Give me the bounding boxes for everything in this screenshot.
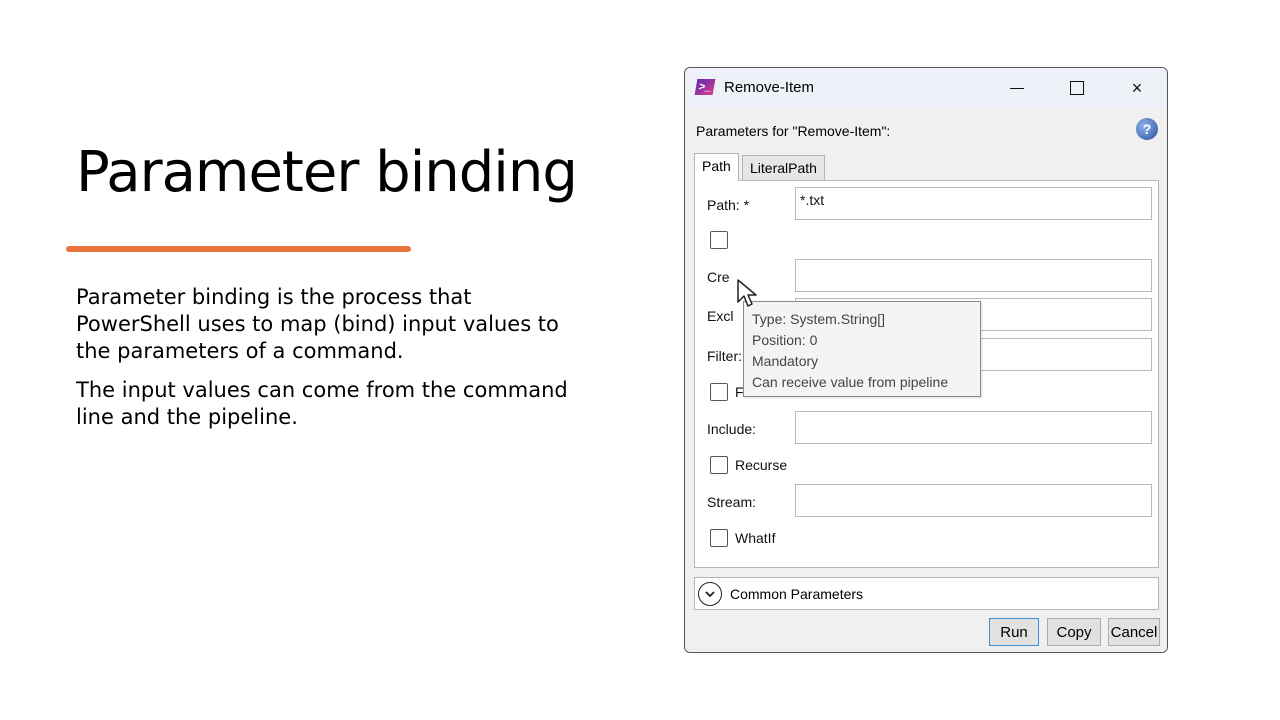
common-parameters-expander[interactable]: Common Parameters [694,577,1159,610]
tooltip-type: Type: System.String[] [752,311,886,327]
force-checkbox[interactable] [710,383,728,401]
remove-item-dialog: >_ Remove-Item × Parameters for "Remove-… [684,67,1168,653]
run-button[interactable]: Run [989,618,1039,646]
exclude-label: Excl [707,308,734,324]
help-icon[interactable]: ? [1136,118,1158,140]
recurse-label: Recurse [735,457,788,473]
parameters-panel: Path: * *.txt Cre Excl Filter: Force Inc… [694,180,1159,568]
minimize-icon [1010,87,1024,89]
confirm-checkbox[interactable] [710,231,728,249]
whatif-label: WhatIf [735,530,776,546]
tooltip-pipeline: Can receive value from pipeline [752,374,949,390]
maximize-button[interactable] [1047,68,1107,108]
body-paragraph: Parameter binding is the process that Po… [76,285,559,363]
tooltip-position: Position: 0 [752,332,818,348]
chevron-down-icon [698,581,722,606]
parameters-header: Parameters for "Remove-Item": [696,123,891,139]
tooltip-mandatory: Mandatory [752,353,819,369]
path-input[interactable]: *.txt [795,187,1152,220]
window-title: Remove-Item [724,79,815,96]
slide-body: Parameter binding is the process that Po… [76,284,576,443]
include-label: Include: [707,421,757,437]
close-button[interactable]: × [1107,68,1167,108]
tab-literalpath[interactable]: LiteralPath [742,155,825,181]
credential-label: Cre [707,269,730,285]
parameter-tooltip: Type: System.String[] Position: 0 Mandat… [743,301,981,397]
recurse-checkbox[interactable] [710,456,728,474]
cancel-button[interactable]: Cancel [1108,618,1160,646]
title-bar[interactable]: >_ Remove-Item × [685,68,1167,108]
whatif-checkbox[interactable] [710,529,728,547]
filter-label: Filter: [707,348,742,364]
copy-button[interactable]: Copy [1047,618,1101,646]
stream-label: Stream: [707,494,757,510]
include-input[interactable] [795,411,1152,444]
common-parameters-label: Common Parameters [730,585,864,602]
maximize-icon [1070,81,1084,95]
credential-input[interactable] [795,259,1152,292]
path-label: Path: * [707,197,750,213]
stream-input[interactable] [795,484,1152,517]
close-icon: × [1131,77,1143,98]
accent-line [66,246,411,252]
dialog-content: Parameters for "Remove-Item": ? Path Lit… [685,108,1167,652]
powershell-icon: >_ [694,79,716,95]
minimize-button[interactable] [987,68,1047,108]
slide-title: Parameter binding [76,140,578,205]
mouse-cursor-icon [737,279,757,307]
tab-path[interactable]: Path [694,153,739,181]
body-paragraph: The input values can come from the comma… [76,378,568,429]
